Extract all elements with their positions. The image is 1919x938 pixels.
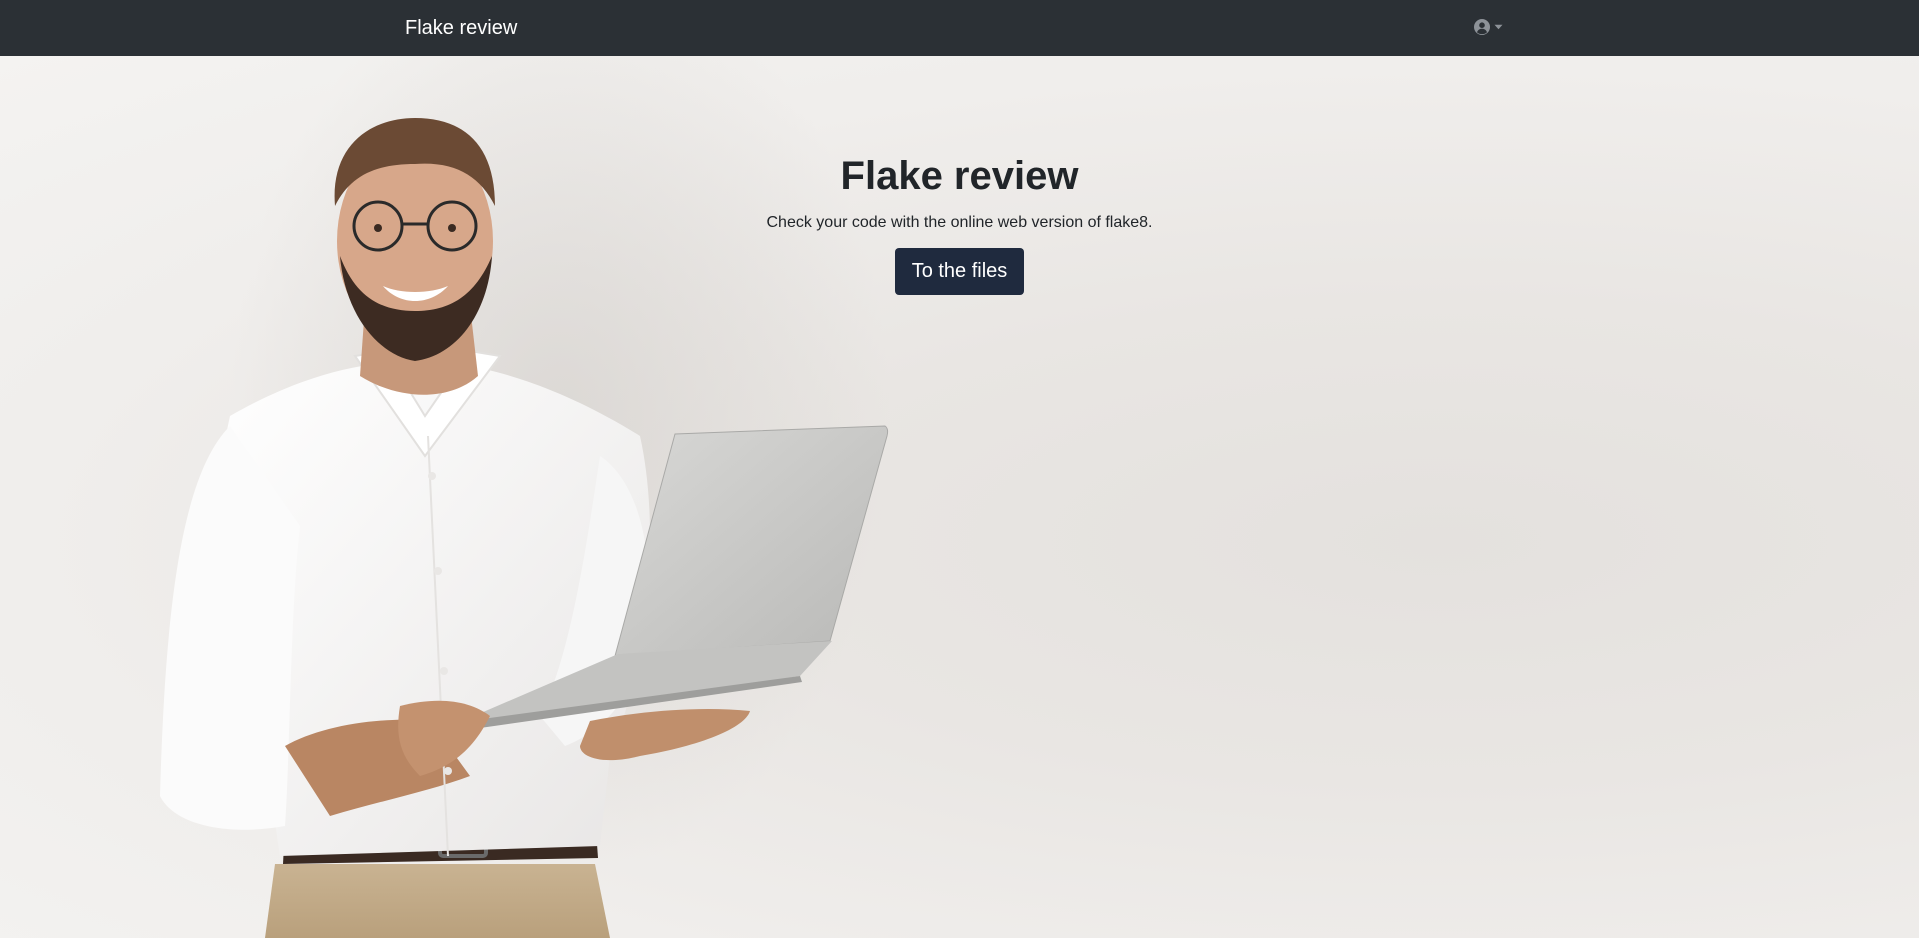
hero-content: Flake review Check your code with the on…: [0, 152, 1919, 295]
user-menu-toggle[interactable]: [1474, 19, 1503, 35]
to-the-files-button[interactable]: To the files: [894, 248, 1025, 295]
hero-title: Flake review: [840, 154, 1079, 198]
caret-down-icon: [1494, 24, 1503, 30]
hero-lead: Check your code with the online web vers…: [766, 214, 1153, 231]
user-circle-icon: [1474, 19, 1490, 35]
hero-section: Flake review Check your code with the on…: [0, 56, 1919, 938]
brand-link[interactable]: Flake review: [405, 14, 517, 42]
top-navbar: Flake review: [0, 0, 1919, 56]
